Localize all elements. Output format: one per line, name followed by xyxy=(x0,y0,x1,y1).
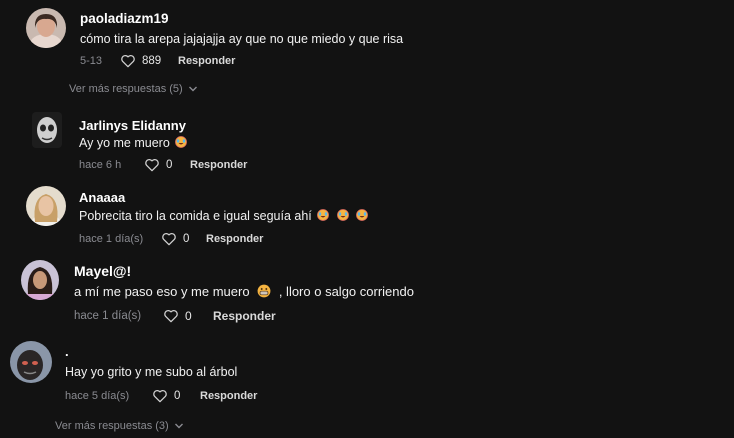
reply-button[interactable]: Responder xyxy=(190,159,247,171)
comment-time: hace 6 h xyxy=(79,159,122,171)
comment-text: Ay yo me muero xyxy=(79,136,189,150)
comment-username[interactable]: Anaaaa xyxy=(79,190,125,205)
like-button[interactable]: 0 xyxy=(152,389,200,403)
like-button[interactable]: 0 xyxy=(161,232,206,246)
comment-item: paoladiazm19 cómo tira la arepa jajajajj… xyxy=(0,0,734,80)
crying-laughing-emoji-icon xyxy=(356,209,369,221)
comment-text-content: Pobrecita tiro la comida e igual seguía … xyxy=(79,209,312,223)
comment-username[interactable]: Mayel@! xyxy=(74,263,131,279)
heart-icon xyxy=(121,54,135,68)
crying-laughing-emoji-icon xyxy=(317,209,330,221)
view-more-replies-button[interactable]: Ver más respuestas (3) xyxy=(55,420,184,432)
avatar[interactable] xyxy=(21,260,59,300)
chevron-down-icon xyxy=(174,423,183,429)
like-button[interactable]: 0 xyxy=(163,309,213,323)
comment-time: hace 1 día(s) xyxy=(79,233,144,245)
comment-time: hace 5 día(s) xyxy=(65,390,130,402)
like-count: 0 xyxy=(166,159,173,171)
blonde-woman-avatar-icon xyxy=(26,186,66,226)
comment-meta: 5-13 889 Responder xyxy=(80,54,235,68)
comment-text: cómo tira la arepa jajajajja ay que no q… xyxy=(80,32,404,46)
view-more-label: Ver más respuestas (3) xyxy=(55,420,169,432)
dark-face-avatar-icon xyxy=(10,341,52,383)
comment-item: Anaaaa Pobrecita tiro la comida e igual … xyxy=(0,180,734,252)
comment-text: Hay yo grito y me subo al árbol xyxy=(65,365,238,379)
like-button[interactable]: 889 xyxy=(120,54,178,68)
comment-text-continued: , lloro o salgo corriendo xyxy=(278,284,414,299)
girl-portrait-avatar-icon xyxy=(21,260,59,300)
avatar[interactable] xyxy=(26,186,66,226)
avatar[interactable] xyxy=(32,112,62,148)
view-more-replies-button[interactable]: Ver más respuestas (5) xyxy=(69,83,198,95)
comment-meta: hace 1 día(s) 0 Responder xyxy=(74,309,276,323)
comment-meta: hace 6 h 0 Responder xyxy=(79,158,247,172)
crying-laughing-emoji-icon xyxy=(175,136,188,148)
comment-username[interactable]: . xyxy=(65,344,69,359)
avatar[interactable] xyxy=(10,341,52,383)
comment-meta: hace 5 día(s) 0 Responder xyxy=(65,389,257,403)
heart-icon xyxy=(145,158,159,172)
comment-item: Jarlinys Elidanny Ay yo me muero hace 6 … xyxy=(0,108,734,178)
grimacing-emoji-icon xyxy=(257,284,271,298)
comment-item: . Hay yo grito y me subo al árbol hace 5… xyxy=(0,338,734,410)
like-count: 0 xyxy=(174,390,181,402)
like-button[interactable]: 0 xyxy=(144,158,190,172)
comment-username[interactable]: paoladiazm19 xyxy=(80,11,169,26)
like-count: 0 xyxy=(185,309,192,323)
heart-icon xyxy=(153,389,167,403)
comment-time: hace 1 día(s) xyxy=(74,310,142,322)
comment-meta: hace 1 día(s) 0 Responder xyxy=(79,232,263,246)
comment-username[interactable]: Jarlinys Elidanny xyxy=(79,118,186,133)
reply-button[interactable]: Responder xyxy=(213,309,276,323)
like-count: 0 xyxy=(183,233,190,245)
heart-icon xyxy=(162,232,176,246)
reply-button[interactable]: Responder xyxy=(200,390,257,402)
heart-icon xyxy=(164,309,178,323)
comment-text: Pobrecita tiro la comida e igual seguía … xyxy=(79,209,370,223)
reply-button[interactable]: Responder xyxy=(178,55,235,67)
crying-laughing-emoji-icon xyxy=(336,209,349,221)
reply-button[interactable]: Responder xyxy=(206,233,263,245)
avatar[interactable] xyxy=(26,8,66,48)
comment-text-content: Ay yo me muero xyxy=(79,136,170,150)
comment-text: a mí me paso eso y me muero , lloro o sa… xyxy=(74,284,414,299)
comment-item: Mayel@! a mí me paso eso y me muero , ll… xyxy=(0,255,734,335)
comment-time: 5-13 xyxy=(80,55,103,67)
chevron-down-icon xyxy=(188,86,197,92)
comment-text-content: a mí me paso eso y me muero xyxy=(74,284,250,299)
view-more-label: Ver más respuestas (5) xyxy=(69,83,183,95)
woman-selfie-avatar-icon xyxy=(26,8,66,48)
like-count: 889 xyxy=(142,55,162,67)
masked-face-avatar-icon xyxy=(32,112,62,148)
